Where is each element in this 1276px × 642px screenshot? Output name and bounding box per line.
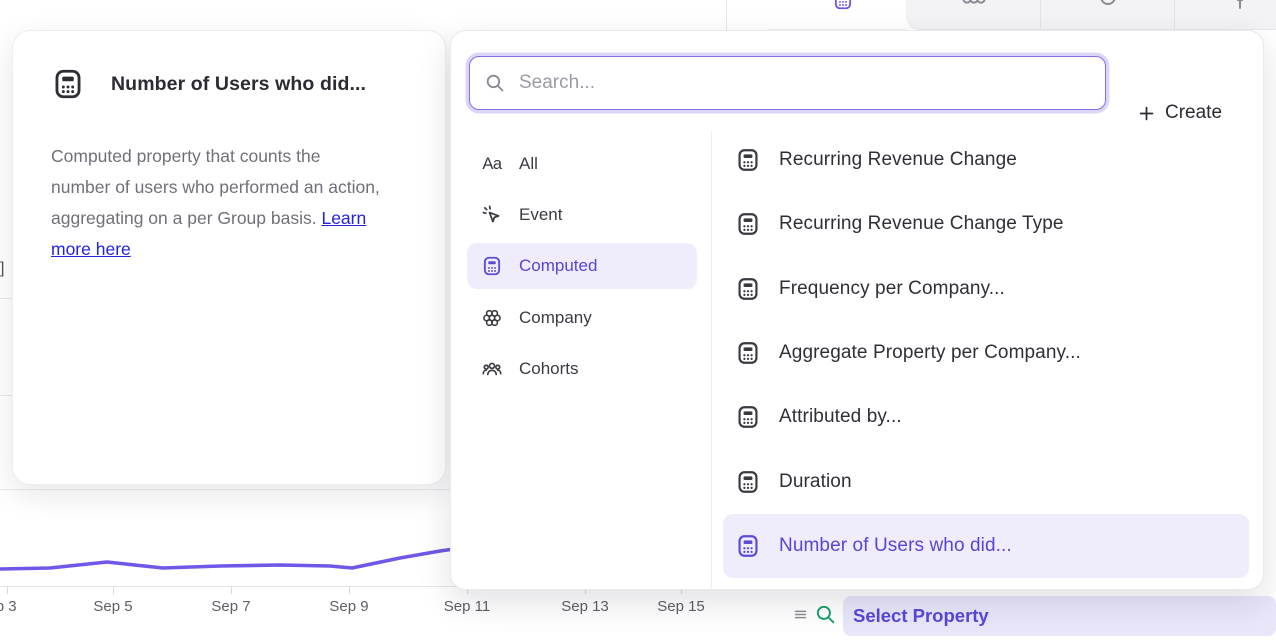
- property-row[interactable]: Recurring Revenue Change Type: [723, 192, 1249, 256]
- calculator-icon: [51, 67, 85, 101]
- tab-divider: [1174, 0, 1175, 29]
- description-line: aggregating on a per Group basis. Learn …: [51, 203, 401, 265]
- x-axis-tick: [349, 587, 350, 594]
- search-input[interactable]: [517, 71, 1091, 95]
- row-divider: [0, 395, 12, 396]
- search-field[interactable]: [469, 56, 1106, 110]
- company-icon: [481, 307, 503, 329]
- x-axis-label: Sep 15: [641, 598, 721, 615]
- x-axis-label: Sep 11: [427, 598, 507, 615]
- tab-divider: [1040, 0, 1041, 29]
- calculator-icon: [481, 255, 503, 277]
- line-chart-series: [0, 540, 470, 590]
- property-row[interactable]: Recurring Revenue Change: [723, 128, 1249, 192]
- x-axis-label: Sep 13: [545, 598, 625, 615]
- property-row[interactable]: Aggregate Property per Company...: [723, 321, 1249, 385]
- calculator-icon: [735, 276, 761, 302]
- property-row-selected[interactable]: Number of Users who did...: [723, 514, 1249, 578]
- cohorts-icon: [481, 358, 503, 380]
- retention-tab-icon[interactable]: [1096, 0, 1120, 11]
- list-divider: [711, 131, 712, 590]
- x-axis-label: Sep 5: [73, 598, 153, 615]
- x-axis-label: Sep 3: [0, 598, 37, 615]
- x-axis-tick: [231, 587, 232, 594]
- tooltip-title: Number of Users who did...: [111, 73, 366, 96]
- description-line: number of users who performed an action,: [51, 172, 401, 203]
- property-picker-panel: Create Aa All Event Computed Company Coh…: [450, 30, 1264, 590]
- chart-section-divider: [0, 489, 456, 490]
- row-divider: [0, 298, 12, 299]
- property-row[interactable]: Duration: [723, 450, 1249, 514]
- event-search-icon[interactable]: [814, 603, 837, 626]
- calculator-icon: [735, 469, 761, 495]
- tooltip-header: Number of Users who did...: [51, 67, 366, 101]
- select-property-label: Select Property: [853, 605, 989, 627]
- create-button-label: Create: [1165, 102, 1222, 124]
- calculator-tab-icon: [832, 0, 854, 11]
- category-event[interactable]: Event: [467, 192, 697, 238]
- clipped-text-fragment: ]: [0, 260, 12, 282]
- property-tooltip-card: Number of Users who did... Computed prop…: [12, 30, 446, 485]
- calculator-icon: [735, 404, 761, 430]
- plus-icon: [1137, 104, 1156, 123]
- create-button[interactable]: Create: [1131, 93, 1228, 133]
- x-axis-tick: [113, 587, 114, 594]
- tooltip-description: Computed property that counts the number…: [51, 141, 401, 265]
- app-screen: ] Sep 3 Sep 5 Sep 7 Sep 9 Sep 11 Sep 13 …: [0, 0, 1276, 642]
- select-property-field[interactable]: Select Property: [843, 596, 1276, 636]
- query-builder-row: Select Property: [780, 590, 1276, 642]
- property-row[interactable]: Frequency per Company...: [723, 257, 1249, 321]
- view-tabs: [768, 0, 1276, 30]
- search-icon: [484, 72, 506, 94]
- description-line: Computed property that counts the: [51, 141, 401, 172]
- calculator-icon: [735, 533, 761, 559]
- calculator-icon: [735, 211, 761, 237]
- funnel-tab-icon[interactable]: [1228, 0, 1252, 11]
- calculator-icon: [735, 147, 761, 173]
- calculator-icon: [735, 340, 761, 366]
- category-computed[interactable]: Computed: [467, 243, 697, 289]
- property-row[interactable]: Attributed by...: [723, 385, 1249, 449]
- category-all[interactable]: Aa All: [467, 141, 697, 187]
- x-axis-tick: [7, 587, 8, 594]
- tab-computed-view[interactable]: [768, 0, 906, 30]
- dots-tab-icon[interactable]: [962, 0, 986, 11]
- drag-handle-icon[interactable]: [793, 607, 808, 622]
- event-click-icon: [481, 204, 503, 226]
- tab-group-inactive: [906, 0, 1276, 30]
- x-axis-label: Sep 7: [191, 598, 271, 615]
- text-format-icon: Aa: [481, 153, 503, 175]
- category-company[interactable]: Company: [467, 295, 697, 341]
- category-cohorts[interactable]: Cohorts: [467, 346, 697, 392]
- x-axis-label: Sep 9: [309, 598, 389, 615]
- panel-edge-divider: [726, 0, 727, 30]
